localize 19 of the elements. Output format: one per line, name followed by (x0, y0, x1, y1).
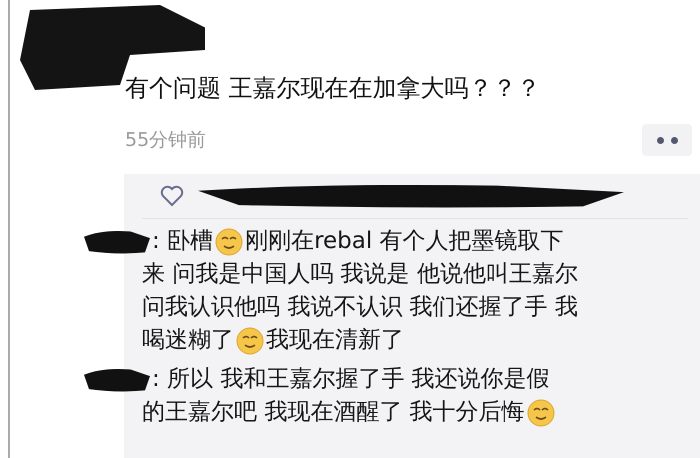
comment-text: 我现在清新了 (266, 326, 404, 355)
more-button[interactable] (642, 124, 692, 156)
comment-text: 的王嘉尔吧 我现在酒醒了 我十分后悔 (142, 398, 525, 427)
comment-text: 所以 我和王嘉尔握了手 我还说你是假 (167, 365, 550, 394)
comment-separator: : (152, 365, 161, 394)
redaction-mark (82, 366, 152, 392)
comment-separator: : (152, 227, 161, 256)
comment-text: 卧槽 (167, 227, 214, 256)
comment-text: 问我认识他吗 我说不认识 我们还握了手 我 (142, 293, 578, 322)
comment-text: 喝迷糊了 (142, 326, 234, 355)
smiling-face-icon (215, 228, 244, 256)
smiling-face-icon (526, 398, 555, 426)
post-time: 55分钟前 (125, 128, 206, 153)
redaction-mark (82, 228, 152, 254)
smiling-face-icon (236, 326, 264, 354)
heart-icon[interactable] (160, 185, 184, 207)
post-text: 有个问题 王嘉尔现在在加拿大吗？？？ (125, 73, 542, 104)
comment-text: 来 问我是中国人吗 我说是 他说他叫王嘉尔 (142, 260, 578, 289)
comment-text: 刚刚在rebal 有个人把墨镜取下 (245, 227, 564, 256)
